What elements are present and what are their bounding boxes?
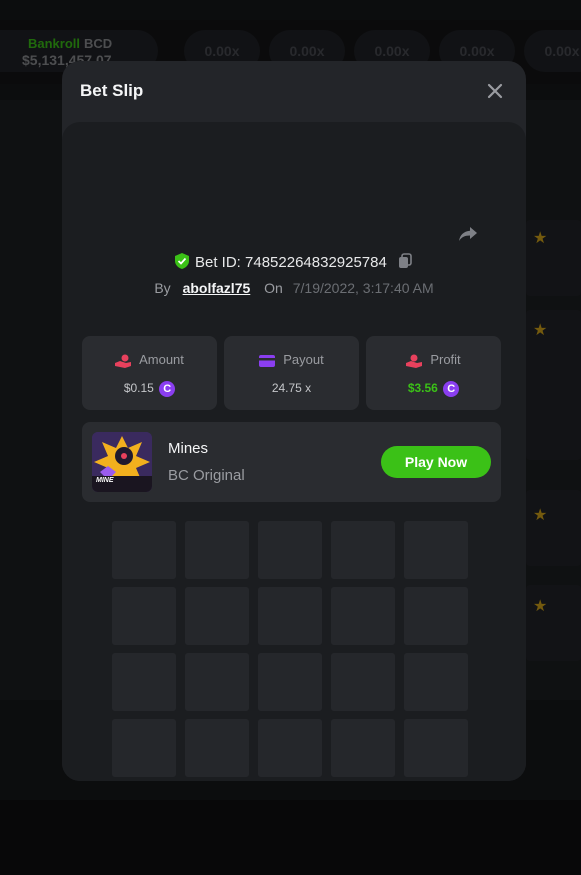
mines-cell (112, 719, 176, 777)
share-icon[interactable] (456, 222, 480, 246)
copy-icon[interactable] (397, 253, 413, 273)
amount-label: Amount (139, 352, 184, 367)
bet-slip-content: Bet ID: 74852264832925784 By abolfazl75 … (62, 122, 526, 781)
mines-cell (112, 521, 176, 579)
mines-game-thumbnail[interactable]: MINE (92, 432, 152, 492)
on-label: On (264, 280, 283, 296)
mines-cell (331, 653, 395, 711)
profit-hand-icon (406, 354, 423, 368)
wallet-hand-icon (115, 354, 132, 368)
mines-cell (258, 719, 322, 777)
play-now-button[interactable]: Play Now (381, 446, 491, 478)
mines-cell (331, 587, 395, 645)
game-subtitle: BC Original (168, 467, 245, 484)
shield-check-icon (174, 253, 189, 273)
mines-cell (331, 719, 395, 777)
bet-id-row: Bet ID: 74852264832925784 (62, 253, 526, 273)
card-icon (259, 354, 276, 367)
profit-stat: Profit $3.56 C (366, 336, 501, 410)
payout-stat: Payout 24.75 x (224, 336, 359, 410)
bet-slip-dialog: Bet Slip Bet ID: 74852264832925784 By ab… (62, 61, 526, 781)
close-icon[interactable] (485, 81, 505, 101)
username-link[interactable]: abolfazl75 (183, 280, 251, 296)
mines-cell (258, 587, 322, 645)
mines-cell (331, 521, 395, 579)
by-label: By (154, 280, 171, 296)
bet-timestamp: 7/19/2022, 3:17:40 AM (292, 280, 434, 296)
profit-value: $3.56 (407, 381, 438, 396)
mines-cell (404, 653, 468, 711)
thumb-label: MINE (96, 477, 114, 484)
amount-stat: Amount $0.15 C (82, 336, 217, 410)
payout-label: Payout (283, 352, 324, 367)
mines-cell (112, 587, 176, 645)
payout-value: 24.75 x (271, 381, 312, 395)
mines-cell (404, 719, 468, 777)
mines-cell (185, 719, 249, 777)
bet-stats: Amount $0.15 C Payout 24.75 x Profit $3.… (82, 336, 501, 410)
bet-id-value: 74852264832925784 (245, 253, 387, 271)
bet-id-label: Bet ID: (194, 253, 241, 271)
mines-cell (258, 653, 322, 711)
bc-coin-icon: C (443, 381, 460, 397)
bet-author-row: By abolfazl75 On 7/19/2022, 3:17:40 AM (62, 280, 526, 296)
game-info-row: MINE Mines BC Original Play Now (82, 422, 501, 502)
mines-cell (185, 587, 249, 645)
profit-label: Profit (430, 352, 461, 367)
mines-cell (185, 521, 249, 579)
bc-coin-icon: C (159, 381, 176, 397)
mines-cell (404, 521, 468, 579)
game-name: Mines (168, 440, 209, 457)
mines-cell (112, 653, 176, 711)
mines-cell (404, 587, 468, 645)
mines-cell (185, 653, 249, 711)
dialog-title: Bet Slip (80, 81, 144, 100)
amount-value: $0.15 (123, 381, 154, 396)
mines-cell (258, 521, 322, 579)
